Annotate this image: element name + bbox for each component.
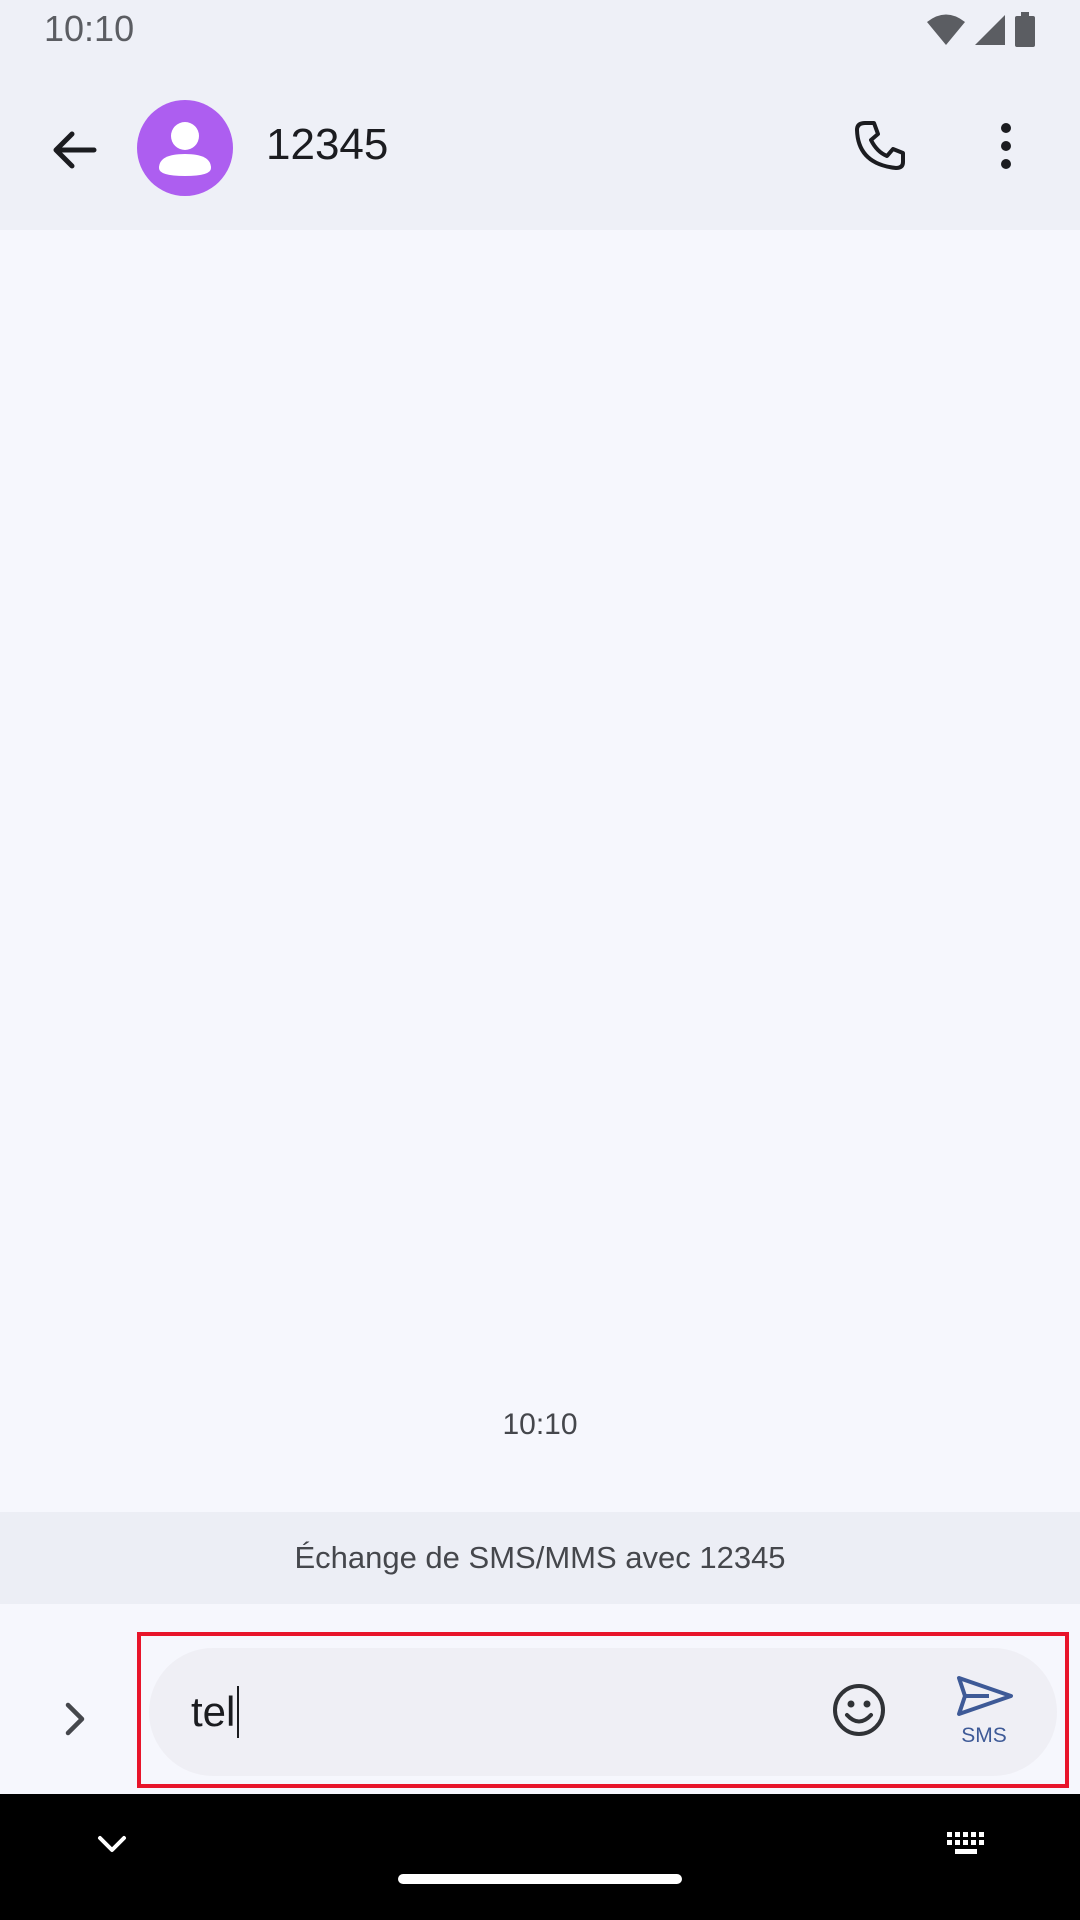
compose-bar: tel SMS [0, 1604, 1080, 1794]
hide-keyboard-button[interactable] [90, 1824, 134, 1868]
message-input-value: tel [191, 1688, 236, 1735]
back-button[interactable] [34, 112, 114, 192]
more-options-button[interactable] [966, 108, 1046, 188]
emoji-button[interactable] [829, 1682, 889, 1742]
sms-info-banner: Échange de SMS/MMS avec 12345 [0, 1512, 1080, 1604]
message-timestamp: 10:10 [502, 1408, 578, 1441]
conversation-header: 12345 [0, 60, 1080, 230]
text-cursor [237, 1686, 240, 1738]
message-list[interactable]: 10:10 [0, 230, 1080, 1512]
message-input[interactable]: tel SMS [149, 1648, 1057, 1776]
status-icons [926, 12, 1036, 53]
status-bar: 10:10 [0, 0, 1080, 60]
battery-icon [1014, 12, 1036, 53]
message-input-text[interactable]: tel [191, 1686, 240, 1738]
home-handle[interactable] [398, 1874, 682, 1884]
person-icon [137, 122, 233, 196]
cellular-signal-icon [974, 13, 1006, 52]
send-sms-label: SMS [961, 1724, 1007, 1747]
avatar[interactable] [137, 100, 233, 196]
contact-name: 12345 [266, 120, 389, 169]
call-button[interactable] [840, 108, 920, 188]
chevron-down-icon [96, 1833, 128, 1860]
expand-attachments-button[interactable] [40, 1686, 110, 1756]
phone-icon [852, 118, 908, 179]
more-vert-icon [998, 122, 1014, 175]
keyboard-icon [945, 1830, 989, 1863]
arrow-back-icon [50, 126, 98, 179]
status-time: 10:10 [44, 8, 135, 49]
chevron-right-icon [60, 1699, 90, 1744]
send-sms-button[interactable]: SMS [949, 1672, 1039, 1752]
wifi-icon [926, 13, 966, 52]
keyboard-switch-button[interactable] [945, 1824, 989, 1868]
emoji-icon [831, 1682, 887, 1743]
navigation-bar [0, 1794, 1080, 1920]
